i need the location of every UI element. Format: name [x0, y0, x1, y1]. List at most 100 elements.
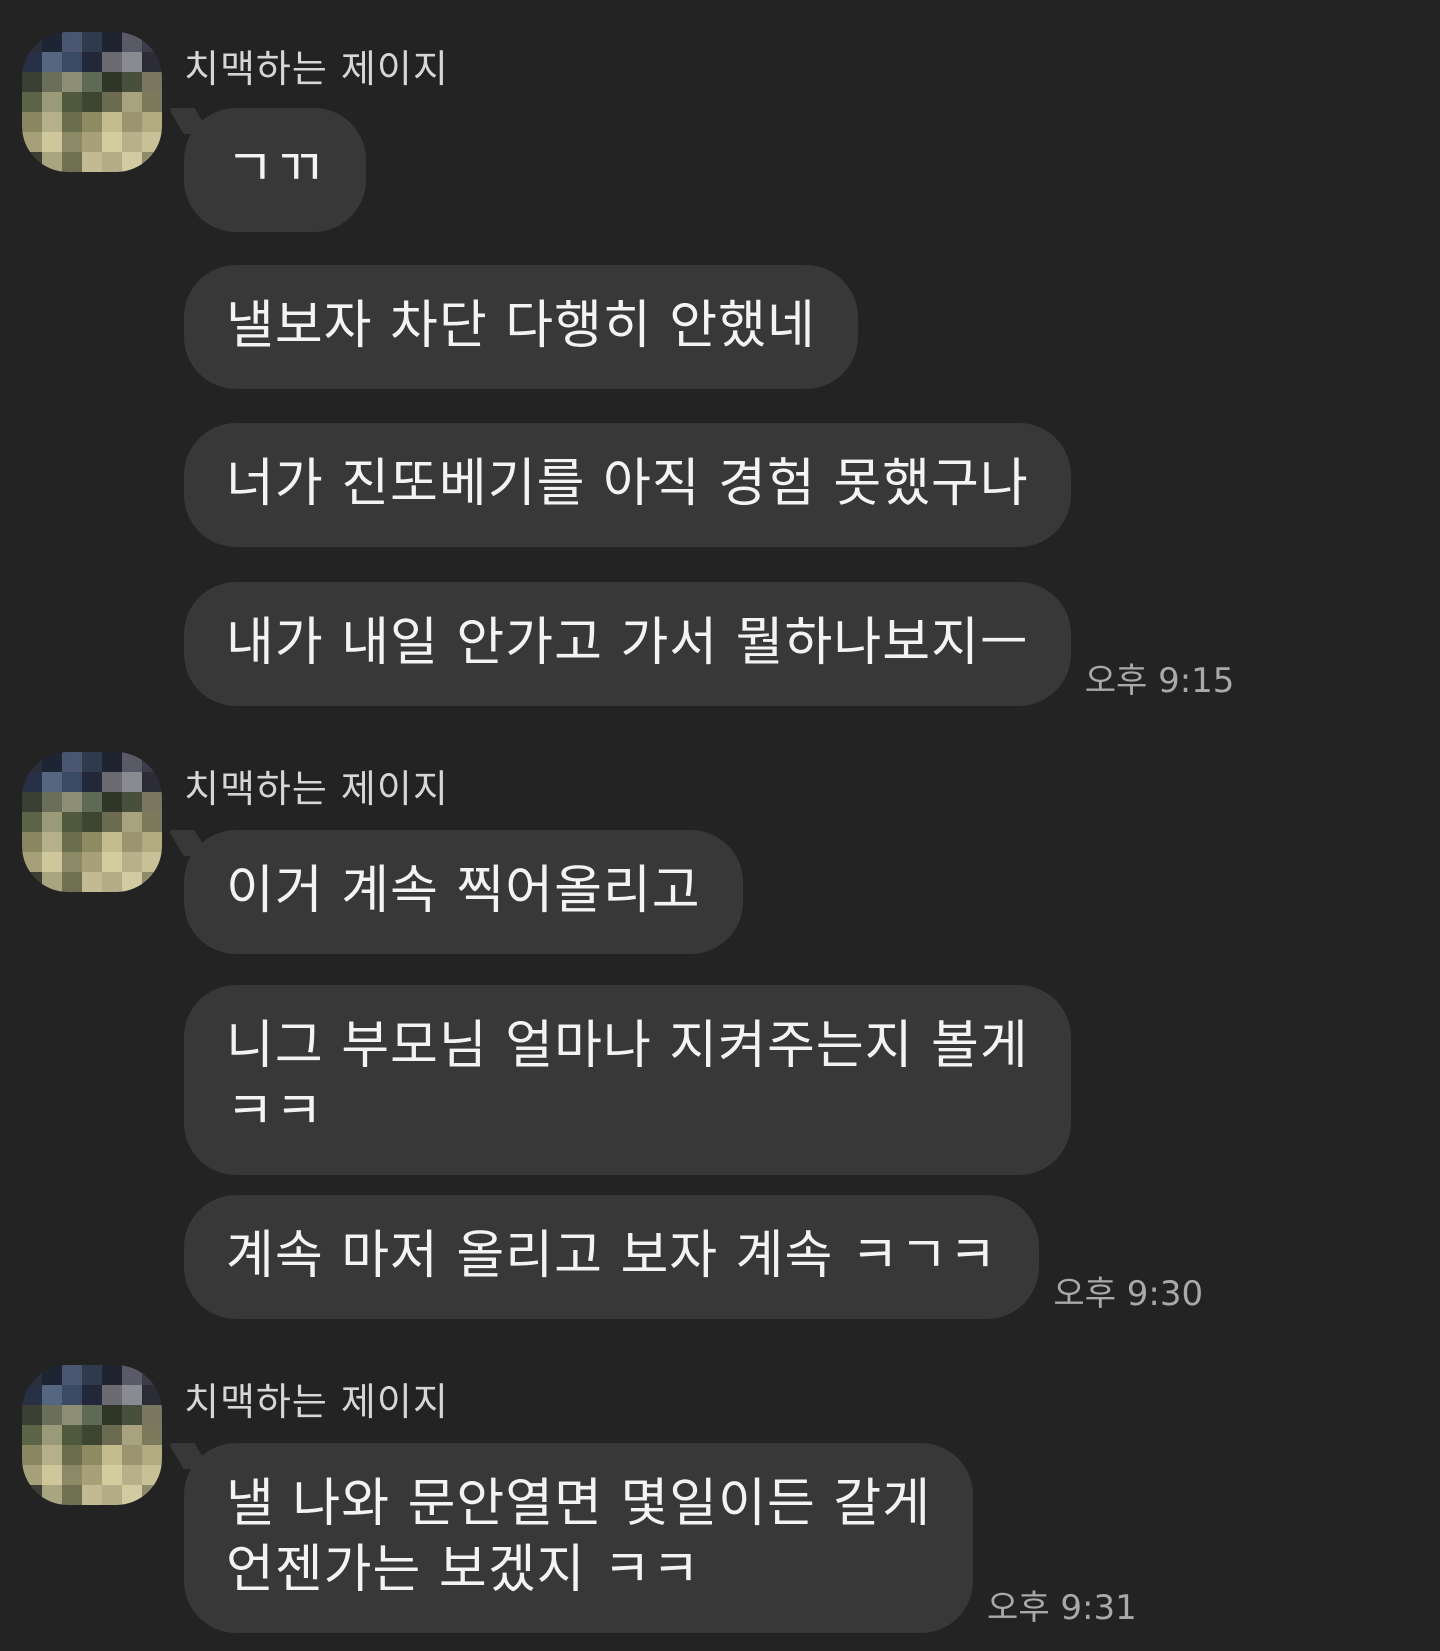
- avatar-pixel: [82, 152, 102, 172]
- avatar-pixel: [122, 772, 142, 792]
- avatar-pixel: [22, 1365, 42, 1385]
- avatar-pixel: [82, 32, 102, 52]
- message-bubble[interactable]: 계속 마저 올리고 보자 계속 ㅋㄱㅋ: [184, 1195, 1040, 1319]
- avatar-pixel: [142, 1485, 162, 1505]
- avatar-pixel: [82, 752, 102, 772]
- avatar-pixel: [62, 32, 82, 52]
- message-row: 이거 계속 찍어올리고: [184, 830, 743, 954]
- message-bubble[interactable]: 이거 계속 찍어올리고: [184, 830, 743, 954]
- message-timestamp: 오후 9:15: [1084, 661, 1235, 701]
- avatar-pixel: [62, 1485, 82, 1505]
- avatar-pixel: [122, 752, 142, 772]
- avatar-pixel: [62, 1365, 82, 1385]
- avatar-pixel: [102, 1445, 122, 1465]
- avatar-pixel: [142, 772, 162, 792]
- avatar-pixel: [42, 1405, 62, 1425]
- avatar-pixel: [62, 812, 82, 832]
- message-row: 너가 진또베기를 아직 경험 못했구나: [184, 423, 1071, 547]
- avatar-pixel: [102, 772, 122, 792]
- avatar-pixel: [142, 112, 162, 132]
- avatar-pixel: [102, 1385, 122, 1405]
- avatar-pixel: [22, 752, 42, 772]
- avatar-pixel: [22, 1405, 42, 1425]
- avatar-pixel: [142, 52, 162, 72]
- avatar-pixel: [82, 1445, 102, 1465]
- avatar-pixel: [122, 72, 142, 92]
- avatar-pixel: [122, 792, 142, 812]
- avatar-pixel: [22, 52, 42, 72]
- avatar-pixel: [22, 1385, 42, 1405]
- avatar-pixel: [102, 1485, 122, 1505]
- avatar-pixel: [42, 812, 62, 832]
- avatar-pixel: [142, 1445, 162, 1465]
- avatar-pixel: [102, 872, 122, 892]
- avatar-pixel: [122, 52, 142, 72]
- avatar-pixel: [22, 92, 42, 112]
- avatar-pixel: [142, 1465, 162, 1485]
- avatar-pixel: [122, 1385, 142, 1405]
- avatar-pixel: [22, 1485, 42, 1505]
- avatar-pixel: [142, 792, 162, 812]
- avatar[interactable]: [22, 1365, 162, 1505]
- avatar-pixel: [22, 32, 42, 52]
- avatar-pixel: [82, 772, 102, 792]
- avatar-pixel: [22, 1445, 42, 1465]
- avatar-pixel: [22, 1465, 42, 1485]
- avatar-pixel: [82, 832, 102, 852]
- avatar-pixel: [22, 772, 42, 792]
- avatar[interactable]: [22, 752, 162, 892]
- avatar-pixel: [122, 1485, 142, 1505]
- avatar-pixel: [142, 1425, 162, 1445]
- message-row: 낼보자 차단 다행히 안했네: [184, 265, 858, 389]
- message-bubble[interactable]: 낼보자 차단 다행히 안했네: [184, 265, 858, 389]
- message-bubble[interactable]: 낼 나와 문안열면 몇일이든 갈게 언젠가는 보겠지 ㅋㅋ: [184, 1443, 974, 1633]
- message-bubble[interactable]: 너가 진또베기를 아직 경험 못했구나: [184, 423, 1071, 547]
- avatar-pixel: [62, 852, 82, 872]
- avatar-pixel: [122, 1405, 142, 1425]
- avatar-pixel: [82, 1465, 102, 1485]
- avatar-pixel: [22, 832, 42, 852]
- message-bubble[interactable]: ㄱㄲ: [184, 108, 366, 232]
- sender-name: 치맥하는 제이지: [184, 47, 449, 91]
- avatar-pixel: [62, 112, 82, 132]
- avatar-pixel: [62, 1385, 82, 1405]
- avatar-pixel: [42, 152, 62, 172]
- avatar-pixel: [102, 52, 122, 72]
- avatar-pixel: [82, 1485, 102, 1505]
- message-row: 내가 내일 안가고 가서 뭘하나보지ㅡ 오후 9:15: [184, 582, 1234, 706]
- message-timestamp: 오후 9:30: [1053, 1274, 1204, 1314]
- avatar-pixel: [142, 152, 162, 172]
- avatar-pixel: [142, 1365, 162, 1385]
- avatar-pixel: [42, 772, 62, 792]
- avatar-pixel: [122, 1365, 142, 1385]
- avatar-pixel: [22, 112, 42, 132]
- message-bubble[interactable]: 니그 부모님 얼마나 지켜주는지 볼게 ㅋㅋ: [184, 985, 1071, 1175]
- avatar-pixel: [102, 832, 122, 852]
- avatar-pixel: [82, 1405, 102, 1425]
- sender-name: 치맥하는 제이지: [184, 767, 449, 811]
- avatar-pixel: [42, 1385, 62, 1405]
- avatar-pixel: [42, 852, 62, 872]
- avatar-pixel: [62, 152, 82, 172]
- avatar-pixel: [82, 92, 102, 112]
- avatar-pixel: [102, 812, 122, 832]
- avatar-pixel: [142, 92, 162, 112]
- avatar-pixel: [42, 872, 62, 892]
- avatar-pixel: [62, 1425, 82, 1445]
- avatar-pixel: [22, 132, 42, 152]
- avatar[interactable]: [22, 32, 162, 172]
- message-bubble[interactable]: 내가 내일 안가고 가서 뭘하나보지ㅡ: [184, 582, 1071, 706]
- avatar-pixel: [42, 1485, 62, 1505]
- avatar-pixel: [42, 72, 62, 92]
- avatar-pixel: [62, 52, 82, 72]
- chat-thread: 치맥하는 제이지 ㄱㄲ 낼보자 차단 다행히 안했네 너가 진또베기를 아직 경…: [0, 0, 1440, 1651]
- avatar-pixel: [102, 752, 122, 772]
- avatar-pixel: [142, 1405, 162, 1425]
- avatar-pixel: [42, 1465, 62, 1485]
- avatar-pixel: [62, 772, 82, 792]
- avatar-pixel: [62, 792, 82, 812]
- avatar-pixel: [42, 32, 62, 52]
- avatar-pixel: [102, 32, 122, 52]
- avatar-pixel: [22, 152, 42, 172]
- avatar-pixel: [102, 112, 122, 132]
